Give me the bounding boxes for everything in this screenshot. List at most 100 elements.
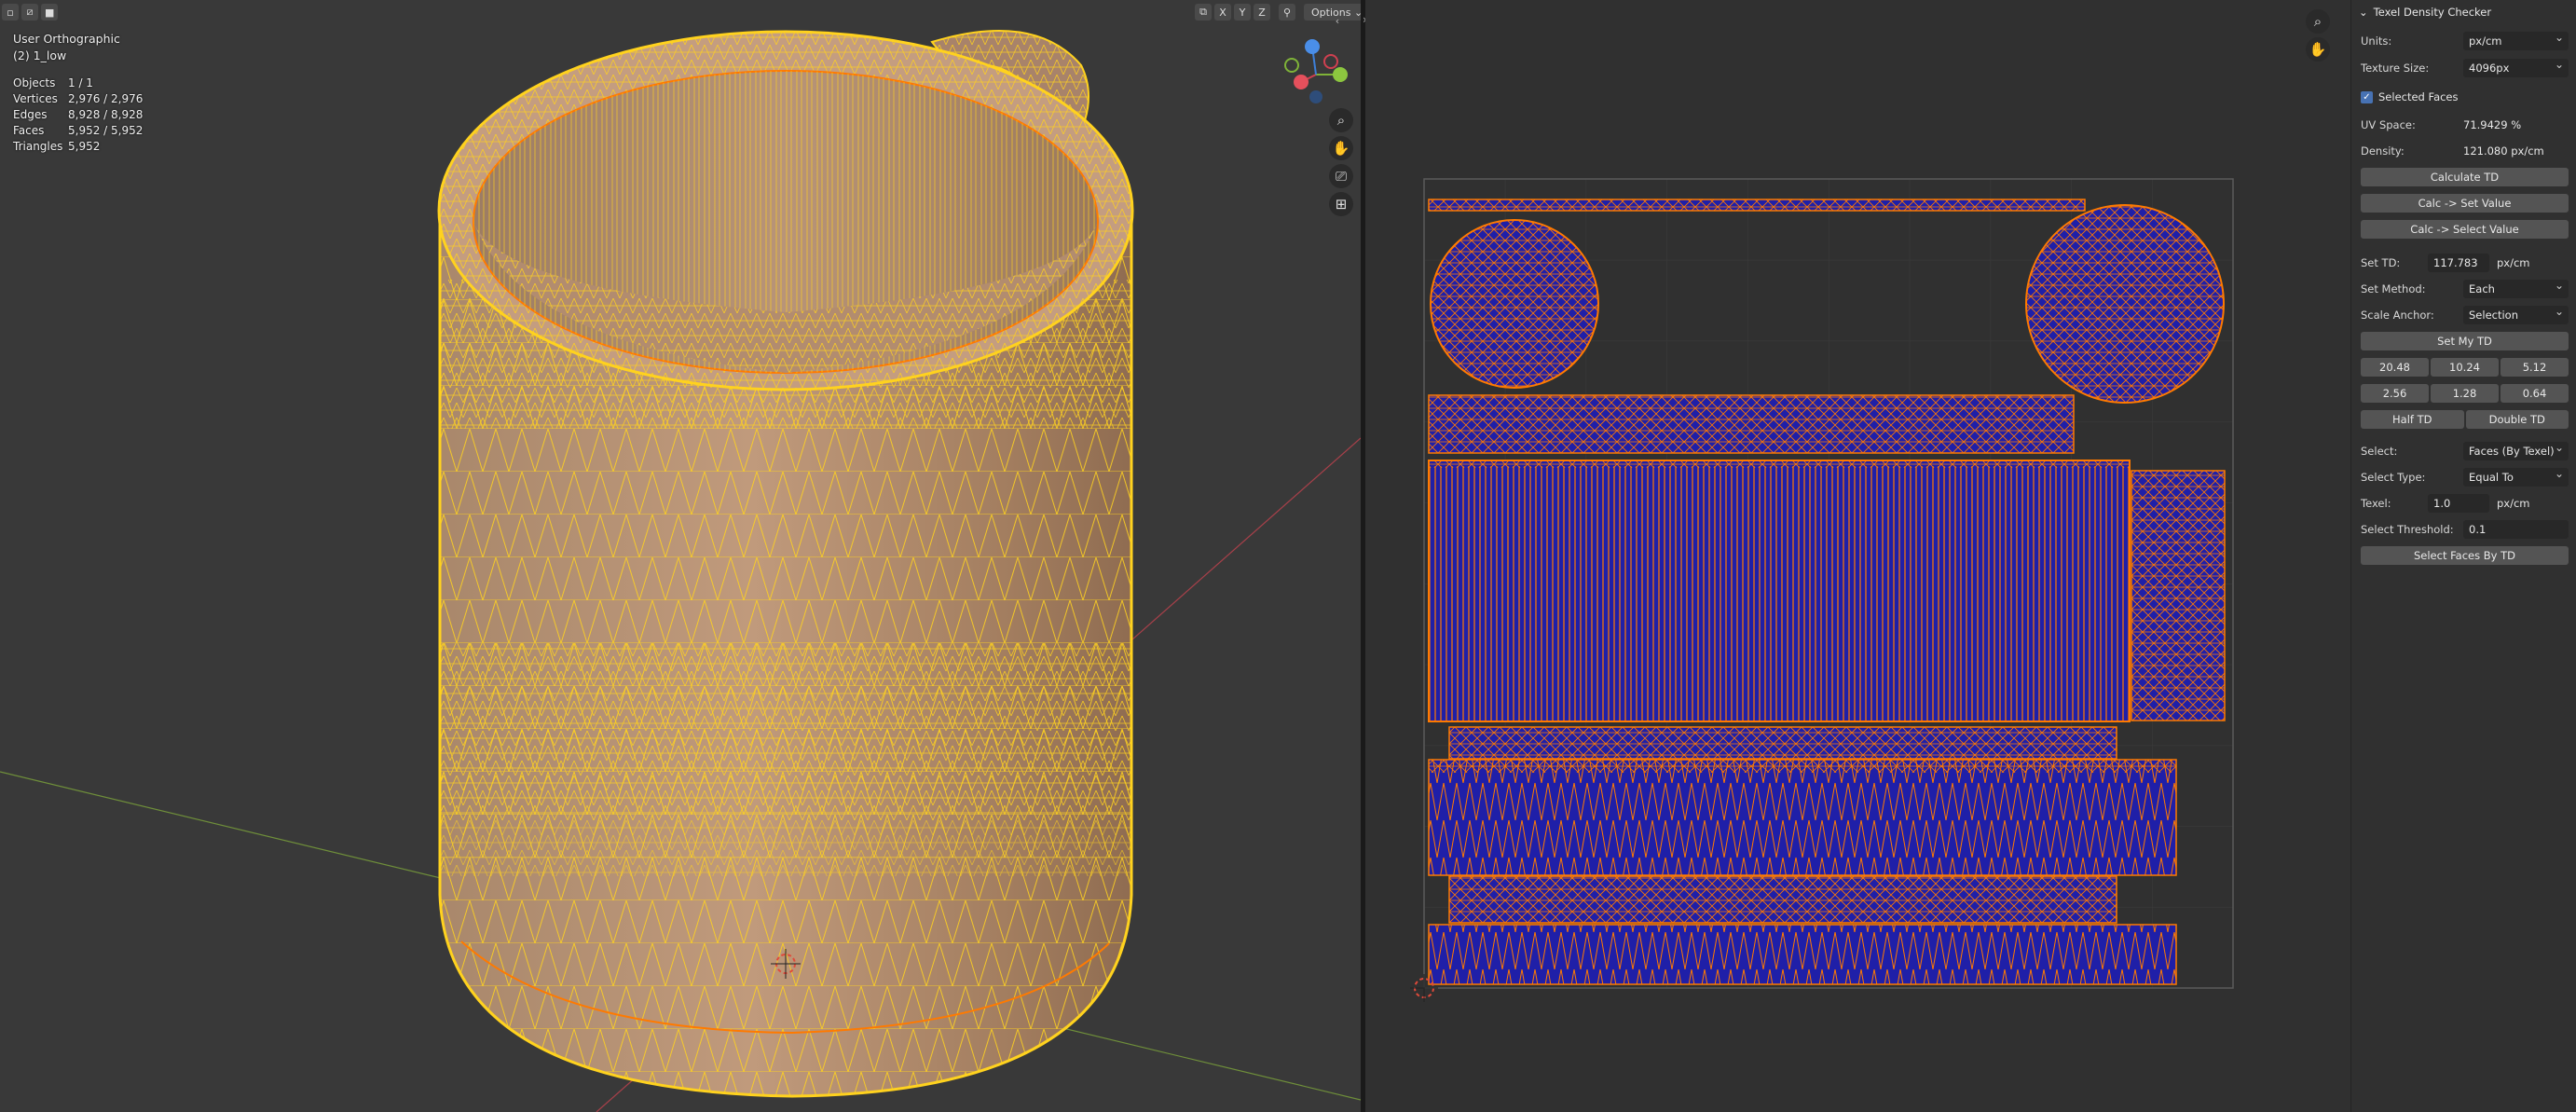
scene-statistics: Objects 1 / 1 Vertices 2,976 / 2,976 Edges…: [13, 75, 143, 154]
zoom-icon[interactable]: ⌕: [1329, 108, 1353, 132]
texel-unit: px/cm: [2497, 497, 2530, 510]
edge-select-icon[interactable]: ⧄: [21, 4, 38, 21]
selected-faces-checkbox[interactable]: ✓: [2361, 90, 2373, 103]
viewport-scene: [0, 30, 1361, 1112]
texel-density-panel: ⌄ Texel Density Checker Units: px/cm Tex…: [2350, 0, 2576, 1112]
texel-row: Texel: 1.0 px/cm: [2361, 494, 2569, 513]
texel-label: Texel:: [2361, 497, 2391, 510]
stat-label: Faces: [13, 123, 45, 137]
selected-faces-label: Selected Faces: [2378, 90, 2459, 103]
mirror-icon[interactable]: ⧉: [1195, 4, 1212, 21]
stat-label: Vertices: [13, 91, 58, 105]
view-name: User Orthographic: [13, 32, 120, 46]
units-dropdown[interactable]: px/cm: [2463, 31, 2569, 50]
density-value: 121.080 px/cm: [2463, 144, 2544, 158]
select-threshold-row: Select Threshold: 0.1: [2361, 520, 2569, 539]
texture-size-value: 4096px: [2469, 62, 2510, 75]
units-value: px/cm: [2469, 34, 2502, 48]
select-type-label: Select Type:: [2361, 471, 2426, 484]
calc-select-value-button[interactable]: Calc -> Select Value: [2361, 220, 2569, 239]
uv-space-row: UV Space: 71.9429 %: [2361, 116, 2569, 134]
td-preset-button[interactable]: 2.56: [2361, 384, 2429, 403]
calc-set-value-button[interactable]: Calc -> Set Value: [2361, 194, 2569, 213]
scale-anchor-dropdown[interactable]: Selection: [2463, 305, 2569, 324]
scale-anchor-label: Scale Anchor:: [2361, 309, 2434, 322]
texture-size-dropdown[interactable]: 4096px: [2463, 58, 2569, 77]
uv-canvas: [1410, 178, 2234, 1002]
td-preset-button[interactable]: 1.28: [2431, 384, 2499, 403]
select-faces-by-td-button[interactable]: Select Faces By TD: [2361, 546, 2569, 565]
half-td-button[interactable]: Half TD: [2361, 410, 2464, 429]
units-row: Units: px/cm: [2361, 31, 2569, 50]
set-method-dropdown[interactable]: Each: [2463, 279, 2569, 298]
double-td-button[interactable]: Double TD: [2465, 410, 2569, 429]
td-presets-row-2: 2.56 1.28 0.64: [2361, 384, 2569, 403]
pan-hand-icon[interactable]: ✋: [1329, 136, 1353, 160]
uv-space-value: 71.9429 %: [2463, 118, 2522, 131]
stat-label: Triangles: [13, 139, 63, 153]
set-td-row: Set TD: 117.783 px/cm: [2361, 254, 2569, 272]
set-method-row: Set Method: Each: [2361, 279, 2569, 298]
mirror-x-button[interactable]: X: [1214, 4, 1231, 21]
td-preset-button[interactable]: 5.12: [2501, 358, 2569, 377]
active-object-name: (2) 1_low: [13, 48, 67, 62]
mirror-y-button[interactable]: Y: [1234, 4, 1251, 21]
stat-label: Objects: [13, 76, 56, 89]
density-label: Density:: [2361, 144, 2405, 158]
calculate-td-button[interactable]: Calculate TD: [2361, 168, 2569, 186]
stat-row-triangles: Triangles 5,952: [13, 138, 143, 154]
mirror-z-button[interactable]: Z: [1254, 4, 1270, 21]
td-preset-button[interactable]: 0.64: [2501, 384, 2569, 403]
camera-icon[interactable]: ⎚: [1329, 164, 1353, 188]
stat-value: 2,976 / 2,976: [68, 91, 144, 105]
set-td-input[interactable]: 117.783: [2428, 254, 2489, 272]
stat-value: 8,928 / 8,928: [68, 107, 144, 121]
snap-icon[interactable]: ⚲: [1279, 4, 1295, 21]
td-preset-button[interactable]: 20.48: [2361, 358, 2429, 377]
stat-value: 5,952 / 5,952: [68, 123, 144, 137]
selected-faces-row: ✓ Selected Faces: [2361, 88, 2569, 106]
stat-label: Edges: [13, 107, 48, 121]
stat-row-vertices: Vertices 2,976 / 2,976: [13, 90, 143, 106]
texel-input[interactable]: 1.0: [2428, 494, 2489, 513]
scale-anchor-value: Selection: [2469, 309, 2518, 322]
select-type-value: Equal To: [2469, 471, 2514, 484]
select-value: Faces (By Texel): [2469, 445, 2555, 458]
select-threshold-input[interactable]: 0.1: [2463, 520, 2569, 539]
stat-value: 1 / 1: [68, 76, 93, 89]
select-row: Select: Faces (By Texel): [2361, 441, 2569, 460]
set-my-td-button[interactable]: Set My TD: [2361, 332, 2569, 350]
select-type-row: Select Type: Equal To: [2361, 467, 2569, 487]
panel-header[interactable]: ⌄ Texel Density Checker: [2351, 0, 2576, 24]
perspective-grid-icon[interactable]: ⊞: [1329, 192, 1353, 216]
collapse-chevron-icon[interactable]: ⌄: [2359, 6, 2368, 19]
select-type-dropdown[interactable]: Equal To: [2463, 467, 2569, 487]
stat-row-faces: Faces 5,952 / 5,952: [13, 122, 143, 138]
set-method-label: Set Method:: [2361, 282, 2426, 295]
set-method-value: Each: [2469, 282, 2495, 295]
texture-size-row: Texture Size: 4096px: [2361, 58, 2569, 77]
half-double-row: Half TD Double TD: [2361, 410, 2569, 429]
uv-pan-hand-icon[interactable]: ✋: [2306, 37, 2330, 62]
set-td-label: Set TD:: [2361, 256, 2401, 269]
select-label: Select:: [2361, 445, 2398, 458]
vertex-select-icon[interactable]: ▫: [2, 4, 19, 21]
td-preset-button[interactable]: 10.24: [2431, 358, 2499, 377]
stat-row-edges: Edges 8,928 / 8,928: [13, 106, 143, 122]
stat-row-objects: Objects 1 / 1: [13, 75, 143, 90]
3d-viewport[interactable]: User Orthographic (2) 1_low Objects 1 / 1…: [0, 0, 1361, 1112]
panel-title: Texel Density Checker: [2373, 6, 2492, 19]
density-row: Density: 121.080 px/cm: [2361, 142, 2569, 160]
toggle-sidebar-icon[interactable]: ‹: [1329, 8, 1346, 33]
face-select-icon[interactable]: ■: [41, 4, 59, 21]
select-mode-buttons: ▫ ⧄ ■: [2, 4, 59, 21]
texture-size-label: Texture Size:: [2361, 62, 2430, 75]
select-dropdown[interactable]: Faces (By Texel): [2463, 441, 2569, 460]
uv-space-label: UV Space:: [2361, 118, 2416, 131]
uv-zoom-icon[interactable]: ⌕: [2306, 9, 2330, 34]
scale-anchor-row: Scale Anchor: Selection: [2361, 305, 2569, 324]
stat-value: 5,952: [68, 139, 101, 153]
navigation-gizmo: [1284, 39, 1348, 103]
units-label: Units:: [2361, 34, 2392, 48]
uv-editor[interactable]: ⌕ ✋: [1365, 0, 2350, 1112]
